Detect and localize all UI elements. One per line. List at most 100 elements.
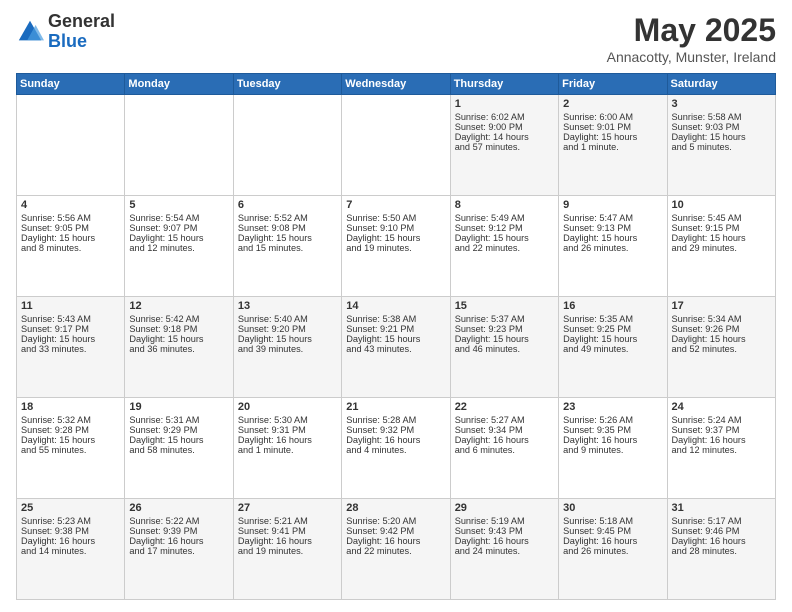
day-number: 12 <box>129 300 228 312</box>
cell-text: Daylight: 15 hours <box>563 132 662 142</box>
cell-text: Daylight: 15 hours <box>563 233 662 243</box>
cell-text: Sunset: 9:00 PM <box>455 122 554 132</box>
cell-text: Sunset: 9:45 PM <box>563 526 662 536</box>
cell-text: Sunset: 9:46 PM <box>672 526 771 536</box>
cell-text: and 52 minutes. <box>672 344 771 354</box>
logo-general-text: General <box>48 12 115 32</box>
cell-text: Sunset: 9:15 PM <box>672 223 771 233</box>
month-title: May 2025 <box>607 12 776 49</box>
day-number: 2 <box>563 98 662 110</box>
calendar-cell: 13Sunrise: 5:40 AMSunset: 9:20 PMDayligh… <box>233 297 341 398</box>
calendar-cell: 25Sunrise: 5:23 AMSunset: 9:38 PMDayligh… <box>17 499 125 600</box>
cell-text: Sunrise: 6:02 AM <box>455 112 554 122</box>
calendar-cell: 24Sunrise: 5:24 AMSunset: 9:37 PMDayligh… <box>667 398 775 499</box>
cell-text: Daylight: 15 hours <box>21 435 120 445</box>
week-row-4: 25Sunrise: 5:23 AMSunset: 9:38 PMDayligh… <box>17 499 776 600</box>
cell-text: Sunset: 9:23 PM <box>455 324 554 334</box>
cell-text: and 29 minutes. <box>672 243 771 253</box>
calendar-cell: 9Sunrise: 5:47 AMSunset: 9:13 PMDaylight… <box>559 196 667 297</box>
calendar-cell: 12Sunrise: 5:42 AMSunset: 9:18 PMDayligh… <box>125 297 233 398</box>
cell-text: Daylight: 16 hours <box>455 536 554 546</box>
calendar-cell: 23Sunrise: 5:26 AMSunset: 9:35 PMDayligh… <box>559 398 667 499</box>
cell-text: Sunset: 9:29 PM <box>129 425 228 435</box>
cell-text: and 22 minutes. <box>455 243 554 253</box>
calendar-cell: 20Sunrise: 5:30 AMSunset: 9:31 PMDayligh… <box>233 398 341 499</box>
cell-text: and 14 minutes. <box>21 546 120 556</box>
calendar-cell <box>342 95 450 196</box>
day-number: 6 <box>238 199 337 211</box>
cell-text: Daylight: 15 hours <box>455 233 554 243</box>
day-number: 15 <box>455 300 554 312</box>
cell-text: Daylight: 15 hours <box>238 334 337 344</box>
cell-text: Sunrise: 5:20 AM <box>346 516 445 526</box>
cell-text: Daylight: 16 hours <box>346 435 445 445</box>
cell-text: Sunset: 9:12 PM <box>455 223 554 233</box>
calendar-cell: 26Sunrise: 5:22 AMSunset: 9:39 PMDayligh… <box>125 499 233 600</box>
cell-text: Sunset: 9:35 PM <box>563 425 662 435</box>
page: General Blue May 2025 Annacotty, Munster… <box>0 0 792 612</box>
calendar-cell: 8Sunrise: 5:49 AMSunset: 9:12 PMDaylight… <box>450 196 558 297</box>
cell-text: Sunrise: 5:42 AM <box>129 314 228 324</box>
cell-text: Daylight: 16 hours <box>238 435 337 445</box>
header-day-tuesday: Tuesday <box>233 74 341 95</box>
calendar-cell: 4Sunrise: 5:56 AMSunset: 9:05 PMDaylight… <box>17 196 125 297</box>
day-number: 10 <box>672 199 771 211</box>
cell-text: Sunrise: 5:24 AM <box>672 415 771 425</box>
day-number: 19 <box>129 401 228 413</box>
calendar-cell: 22Sunrise: 5:27 AMSunset: 9:34 PMDayligh… <box>450 398 558 499</box>
cell-text: and 15 minutes. <box>238 243 337 253</box>
cell-text: Sunset: 9:20 PM <box>238 324 337 334</box>
cell-text: Daylight: 15 hours <box>346 233 445 243</box>
cell-text: Sunset: 9:07 PM <box>129 223 228 233</box>
day-number: 5 <box>129 199 228 211</box>
week-row-0: 1Sunrise: 6:02 AMSunset: 9:00 PMDaylight… <box>17 95 776 196</box>
day-number: 31 <box>672 502 771 514</box>
cell-text: and 43 minutes. <box>346 344 445 354</box>
cell-text: Sunset: 9:34 PM <box>455 425 554 435</box>
calendar-cell: 15Sunrise: 5:37 AMSunset: 9:23 PMDayligh… <box>450 297 558 398</box>
cell-text: Sunrise: 5:49 AM <box>455 213 554 223</box>
day-number: 7 <box>346 199 445 211</box>
calendar-cell <box>233 95 341 196</box>
cell-text: Sunrise: 5:50 AM <box>346 213 445 223</box>
cell-text: and 36 minutes. <box>129 344 228 354</box>
day-number: 30 <box>563 502 662 514</box>
day-number: 23 <box>563 401 662 413</box>
cell-text: Daylight: 15 hours <box>672 233 771 243</box>
cell-text: and 1 minute. <box>563 142 662 152</box>
header-day-friday: Friday <box>559 74 667 95</box>
cell-text: Sunrise: 5:37 AM <box>455 314 554 324</box>
cell-text: Sunrise: 5:27 AM <box>455 415 554 425</box>
calendar-cell: 27Sunrise: 5:21 AMSunset: 9:41 PMDayligh… <box>233 499 341 600</box>
cell-text: and 5 minutes. <box>672 142 771 152</box>
cell-text: and 22 minutes. <box>346 546 445 556</box>
cell-text: and 28 minutes. <box>672 546 771 556</box>
cell-text: Sunset: 9:31 PM <box>238 425 337 435</box>
cell-text: Sunrise: 5:35 AM <box>563 314 662 324</box>
day-number: 11 <box>21 300 120 312</box>
calendar-cell: 6Sunrise: 5:52 AMSunset: 9:08 PMDaylight… <box>233 196 341 297</box>
week-row-3: 18Sunrise: 5:32 AMSunset: 9:28 PMDayligh… <box>17 398 776 499</box>
cell-text: Sunset: 9:13 PM <box>563 223 662 233</box>
cell-text: Sunset: 9:03 PM <box>672 122 771 132</box>
calendar-cell: 16Sunrise: 5:35 AMSunset: 9:25 PMDayligh… <box>559 297 667 398</box>
cell-text: Daylight: 16 hours <box>563 435 662 445</box>
cell-text: and 9 minutes. <box>563 445 662 455</box>
cell-text: Sunrise: 5:52 AM <box>238 213 337 223</box>
day-number: 9 <box>563 199 662 211</box>
calendar-table: SundayMondayTuesdayWednesdayThursdayFrid… <box>16 73 776 600</box>
cell-text: and 24 minutes. <box>455 546 554 556</box>
calendar-cell: 18Sunrise: 5:32 AMSunset: 9:28 PMDayligh… <box>17 398 125 499</box>
header-day-thursday: Thursday <box>450 74 558 95</box>
cell-text: Sunrise: 5:34 AM <box>672 314 771 324</box>
header-day-wednesday: Wednesday <box>342 74 450 95</box>
cell-text: and 26 minutes. <box>563 546 662 556</box>
cell-text: Daylight: 15 hours <box>672 334 771 344</box>
day-number: 20 <box>238 401 337 413</box>
cell-text: Sunrise: 5:17 AM <box>672 516 771 526</box>
cell-text: Sunrise: 5:18 AM <box>563 516 662 526</box>
cell-text: Sunrise: 5:19 AM <box>455 516 554 526</box>
cell-text: and 4 minutes. <box>346 445 445 455</box>
logo-icon <box>16 18 44 46</box>
day-number: 16 <box>563 300 662 312</box>
